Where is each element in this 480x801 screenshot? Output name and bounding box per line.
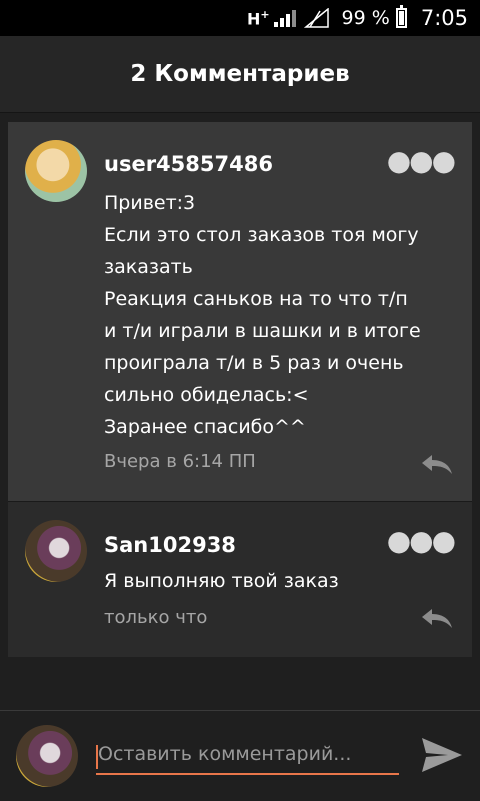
battery-percent: 99 % (341, 7, 390, 29)
comment-input[interactable] (96, 735, 399, 775)
comment-line: и т/и играли в шашки и в итоге (104, 320, 421, 342)
send-icon[interactable] (420, 736, 464, 774)
comment-line: Я выполняю твой заказ (104, 570, 339, 592)
more-dots-icon[interactable]: ●●● (387, 524, 456, 557)
comment-timestamp: Вчера в 6:14 ПП (104, 451, 256, 472)
comment-username[interactable]: San102938 (104, 533, 236, 557)
clock: 7:05 (420, 6, 468, 30)
comment-text: Я выполняю твой заказ (104, 565, 444, 597)
reply-icon[interactable] (420, 606, 454, 630)
comment-line: Реакция саньков на то что т/п (104, 288, 408, 310)
comment-text: Привет:3 Если это стол заказов тоя могу … (104, 187, 444, 443)
network-type: H+ (246, 7, 270, 29)
comment-item[interactable]: San102938 ●●● Я выполняю твой заказ толь… (8, 501, 472, 657)
avatar[interactable] (16, 725, 78, 787)
cell-signal-icon (273, 9, 296, 27)
more-dots-icon[interactable]: ●●● (387, 144, 456, 177)
comment-item[interactable]: user45857486 ●●● Привет:3 Если это стол … (8, 122, 472, 501)
avatar[interactable] (25, 520, 87, 582)
battery-icon (395, 5, 407, 28)
comment-line: сильно обиделась:< (104, 384, 309, 406)
page-title: 2 Комментариев (130, 61, 350, 87)
comment-line: Привет:3 (104, 192, 196, 214)
status-bar: H+ 99 % 7:05 (0, 0, 480, 36)
header: 2 Комментариев (0, 36, 480, 113)
comment-timestamp: только что (104, 607, 208, 628)
comment-line: Если это стол заказов тоя могу (104, 224, 419, 246)
wifi-signal-icon (303, 8, 330, 28)
comment-composer (0, 710, 480, 801)
text-cursor (96, 745, 98, 769)
comment-line: проиграла т/и в 5 раз и очень (104, 352, 404, 374)
comment-line: Заранее спасибо^^ (104, 416, 306, 438)
comment-username[interactable]: user45857486 (104, 152, 273, 176)
avatar[interactable] (25, 140, 87, 202)
reply-icon[interactable] (420, 452, 454, 476)
comment-list: user45857486 ●●● Привет:3 Если это стол … (8, 122, 472, 657)
comment-line: заказать (104, 256, 193, 278)
